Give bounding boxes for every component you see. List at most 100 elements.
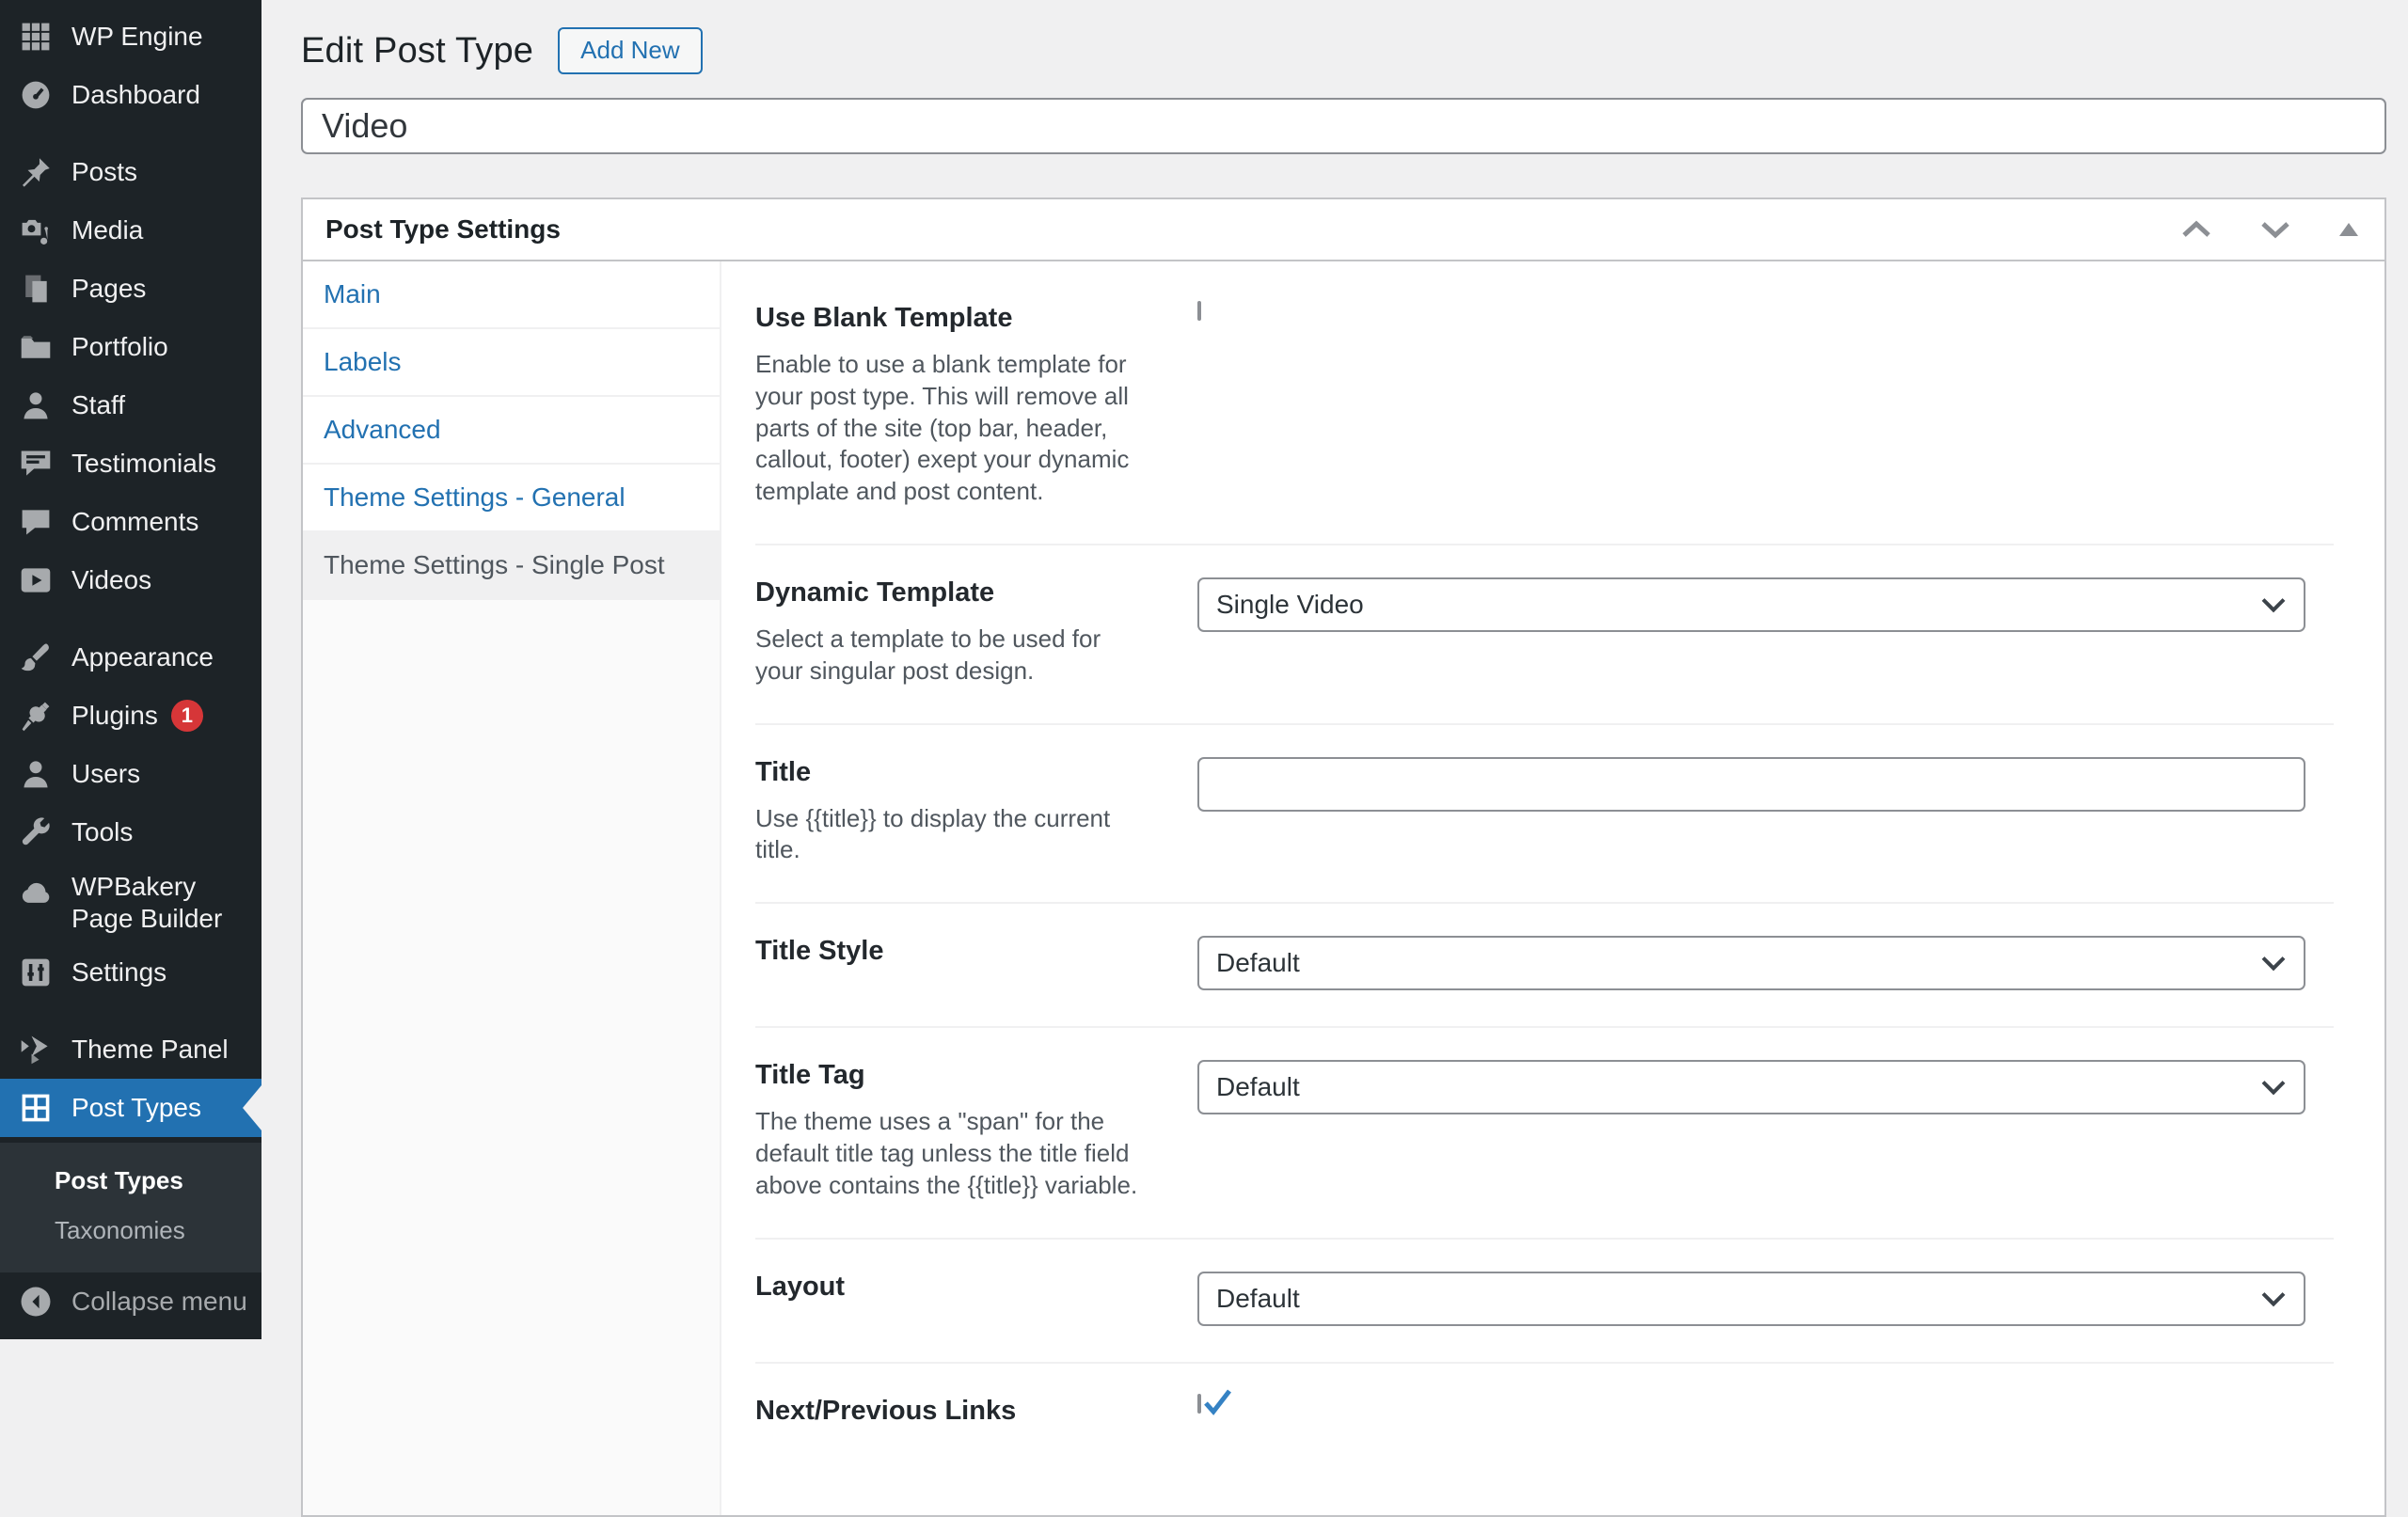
sidebar-item-label: Media [71,215,144,245]
sidebar-item-label: Theme Panel [71,1035,229,1065]
tab-advanced[interactable]: Advanced [303,397,720,465]
collapse-menu-label: Collapse menu [71,1287,247,1317]
sidebar-item-videos[interactable]: Videos [0,551,261,609]
select-value: Default [1216,1283,1300,1313]
setting-description: Use {{title}} to display the current tit… [755,803,1111,864]
sidebar-item-label: Plugins [71,701,158,731]
folder-icon [17,328,55,366]
sidebar-item-users[interactable]: Users [0,745,261,803]
sidebar-item-label: Users [71,759,141,789]
tab-labels[interactable]: Labels [303,329,720,397]
sidebar-item-plugins[interactable]: Plugins 1 [0,687,261,745]
sidebar-item-tools[interactable]: Tools [0,803,261,861]
table-grid-icon [17,1089,55,1127]
layout-select[interactable]: Default [1197,1271,2305,1326]
select-value: Default [1216,1072,1300,1102]
setting-description: The theme uses a "span" for the default … [755,1107,1138,1199]
wp-engine-icon [17,18,55,55]
sidebar-item-settings[interactable]: Settings [0,943,261,1002]
sidebar-item-post-types[interactable]: Post Types [0,1079,261,1138]
setting-layout: Layout Default [755,1240,2334,1364]
post-type-settings-metabox: Post Type Settings Main Labels Advanced … [301,198,2386,1517]
pushpin-icon [17,153,55,191]
sidebar-item-portfolio[interactable]: Portfolio [0,318,261,376]
post-types-submenu: Post Types Taxonomies [0,1143,261,1273]
setting-use-blank-template: Use Blank Template Enable to use a blank… [755,301,2334,545]
sidebar-item-label: Testimonials [71,449,217,479]
admin-sidebar: WP Engine Dashboard Posts Media Pages Po… [0,0,261,1339]
sidebar-item-pages[interactable]: Pages [0,260,261,318]
toggle-panel-icon[interactable] [2337,221,2360,238]
page-header: Edit Post Type Add New [301,24,2386,77]
tab-theme-settings-single-post[interactable]: Theme Settings - Single Post [303,532,720,600]
sidebar-item-label: Videos [71,565,152,595]
setting-description: Enable to use a blank template for your … [755,350,1130,506]
tab-main[interactable]: Main [303,261,720,329]
setting-field: Default [1197,1271,2305,1326]
sidebar-item-theme-panel[interactable]: Theme Panel [0,1020,261,1079]
metabox-title: Post Type Settings [325,214,561,244]
dynamic-template-select[interactable]: Single Video [1197,577,2305,632]
submenu-item-post-types[interactable]: Post Types [0,1156,261,1206]
sidebar-item-label: Portfolio [71,332,168,362]
move-down-icon[interactable] [2258,219,2292,240]
sidebar-item-media[interactable]: Media [0,201,261,260]
sidebar-item-testimonials[interactable]: Testimonials [0,435,261,493]
setting-heading: Use Blank Template [755,303,1013,333]
setting-heading: Title Tag [755,1060,865,1091]
next-previous-links-checkbox[interactable] [1197,1389,1231,1415]
metabox-body: Main Labels Advanced Theme Settings - Ge… [303,261,2384,1515]
title-tag-select[interactable]: Default [1197,1060,2305,1115]
comment-bubble-icon [17,503,55,541]
setting-field [1197,1389,2305,1442]
pages-icon [17,270,55,308]
add-new-button[interactable]: Add New [558,27,703,74]
collapse-menu-button[interactable]: Collapse menu [0,1272,261,1331]
setting-field: Default [1197,1060,2305,1201]
main-content: Edit Post Type Add New Post Type Setting… [261,0,2408,1517]
setting-heading: Dynamic Template [755,577,995,608]
setting-info: Title Style [755,936,1197,990]
sidebar-item-posts[interactable]: Posts [0,143,261,201]
sidebar-item-wp-engine[interactable]: WP Engine [0,8,261,66]
setting-field [1197,756,2305,867]
move-up-icon[interactable] [2179,219,2213,240]
sidebar-item-dashboard[interactable]: Dashboard [0,66,261,124]
setting-field: Default [1197,936,2305,991]
plug-icon [17,697,55,735]
setting-title: Title Use {{title}} to display the curre… [755,725,2334,905]
setting-dynamic-template: Dynamic Template Select a template to be… [755,545,2334,725]
setting-heading: Title Style [755,936,884,967]
sidebar-item-label: Settings [71,957,167,988]
sidebar-item-wpbakery[interactable]: WPBakery Page Builder [0,861,261,943]
tab-theme-settings-general[interactable]: Theme Settings - General [303,465,720,532]
sidebar-item-label: Posts [71,157,138,187]
video-play-icon [17,561,55,599]
setting-title-style: Title Style Default [755,904,2334,1029]
select-value: Default [1216,948,1300,978]
tab-label: Labels [324,347,402,376]
tab-label: Main [324,279,381,308]
select-value: Single Video [1216,589,1364,619]
post-type-name-input[interactable] [301,98,2386,154]
sidebar-item-label: Appearance [71,642,214,672]
dashboard-icon [17,76,55,114]
sidebar-item-label: Comments [71,507,199,537]
theme-panel-icon [17,1031,55,1068]
metabox-header: Post Type Settings [303,199,2384,261]
submenu-item-label: Post Types [55,1166,183,1195]
submenu-item-taxonomies[interactable]: Taxonomies [0,1206,261,1256]
chevron-down-icon [2260,596,2287,613]
setting-description: Select a template to be used for your si… [755,624,1101,685]
sidebar-item-appearance[interactable]: Appearance [0,628,261,687]
use-blank-template-checkbox[interactable] [1197,301,1201,321]
sidebar-item-comments[interactable]: Comments [0,493,261,551]
wrench-icon [17,814,55,851]
title-style-select[interactable]: Default [1197,936,2305,991]
sidebar-item-label: Tools [71,817,134,847]
metabox-handles [2179,219,2360,240]
title-text-input[interactable] [1197,756,2305,812]
media-icon [17,212,55,249]
setting-info: Title Use {{title}} to display the curre… [755,757,1197,867]
sidebar-item-staff[interactable]: Staff [0,376,261,435]
